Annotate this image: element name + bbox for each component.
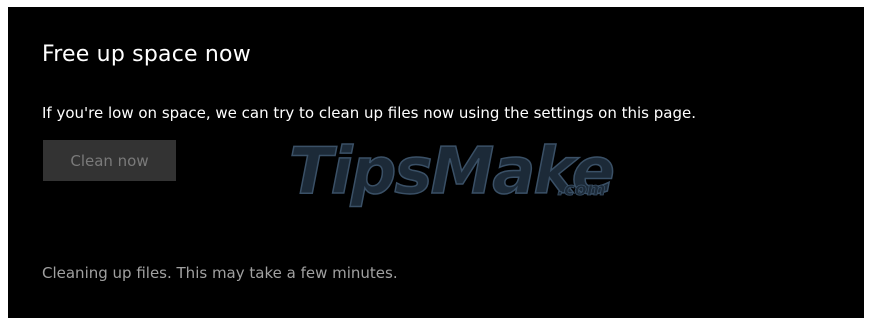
section-description: If you're low on space, we can try to cl…	[42, 104, 696, 122]
watermark-brand: TipsMake	[289, 135, 613, 209]
clean-now-button[interactable]: Clean now	[43, 140, 176, 181]
tipsmake-watermark-logo: TipsMake .com	[288, 134, 615, 209]
section-title: Free up space now	[42, 42, 251, 67]
cleanup-status-text: Cleaning up files. This may take a few m…	[42, 264, 398, 282]
watermark-suffix: .com	[557, 179, 606, 200]
storage-sense-panel: Free up space now If you're low on space…	[8, 7, 864, 318]
